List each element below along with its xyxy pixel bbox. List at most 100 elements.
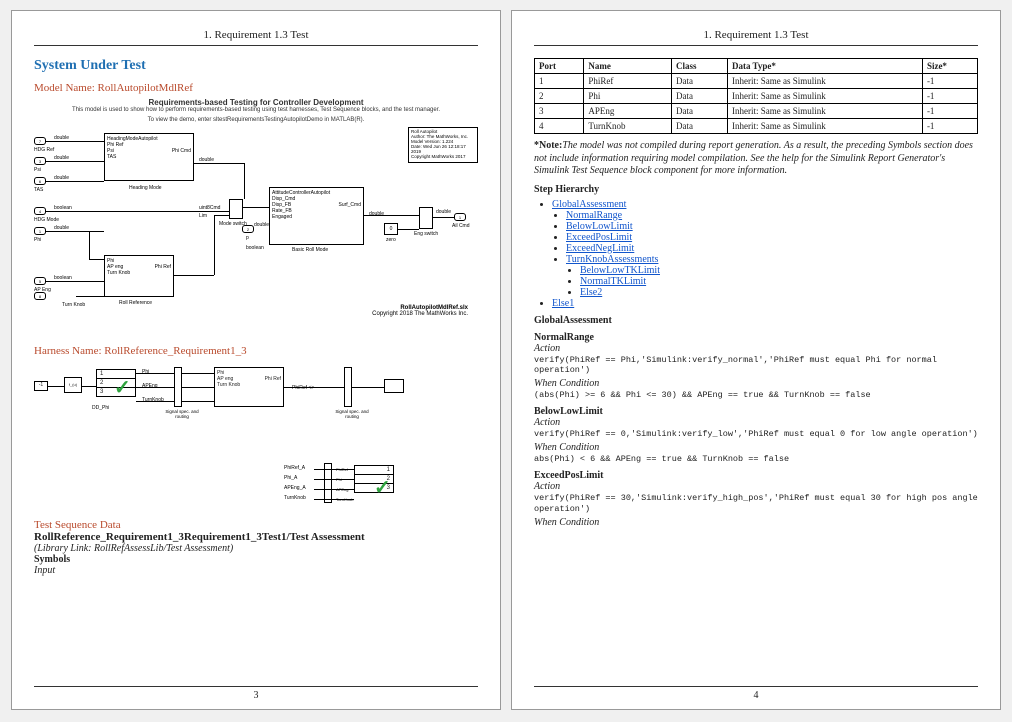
step-link-ga[interactable]: GlobalAssessment [552, 199, 626, 210]
harness-sigspec-label: Signal spec. and routing [162, 409, 202, 419]
step-link-bltk[interactable]: BelowLowTKLimit [580, 265, 660, 276]
ha-phiref-a: PhiRef_A [284, 465, 305, 471]
th-name: Name [584, 59, 672, 74]
harness-phi-out: Phi [142, 369, 149, 375]
blk-label-heading-mode: Heading Mode [129, 185, 162, 191]
port-psi: 3 [34, 157, 46, 165]
step-link-epl[interactable]: ExceedPosLimit [566, 232, 632, 243]
table-header-row: Port Name Class Data Type* Size* [535, 59, 978, 74]
step-link-else2[interactable]: Else2 [580, 287, 602, 298]
port-turn-knob: 8 [34, 292, 46, 300]
checkmark-icon-1: ✓ [114, 375, 131, 400]
h-turnknob: Turn Knob [217, 382, 281, 388]
action-label-2: Action [534, 417, 978, 428]
port-p: 2 [242, 225, 254, 233]
step-link-tka[interactable]: TurnKnobAssessments [566, 254, 658, 265]
port-label-turn-knob: Turn Knob [62, 302, 85, 308]
ha-seq-1: 1 [387, 467, 390, 473]
diagram-subtitle-2: To view the demo, enter sltestRequiremen… [34, 117, 478, 123]
note-body: The model was not compiled during report… [534, 140, 973, 176]
harness-apeng-out: APEng [142, 383, 158, 389]
global-assessment-heading: GlobalAssessment [534, 315, 978, 326]
port-label-phi: Phi [34, 237, 41, 243]
dtype-lim: Lim [199, 213, 207, 219]
port-ail-cmd: 1 [454, 213, 466, 221]
table-row: 3 APEng Data Inherit: Same as Simulink -… [535, 104, 978, 119]
when-label-1: When Condition [534, 378, 978, 389]
library-link: (Library Link: RollRefAssessLib/Test Ass… [34, 543, 478, 554]
blk-tas: TAS [107, 154, 191, 160]
port-tas: 6 [34, 177, 46, 185]
code-bll-when: abs(Phi) < 6 && APEng == true && TurnKno… [534, 454, 978, 464]
port-label-hdg-mode: HDG Mode [34, 217, 59, 223]
step-link-ntk[interactable]: NormalTKLimit [580, 276, 646, 287]
blk-label-zero: zero [386, 237, 396, 243]
below-low-limit-heading: BelowLowLimit [534, 406, 978, 417]
step-link-bll[interactable]: BelowLowLimit [566, 221, 633, 232]
diagram-title: Requirements-based Testing for Controlle… [34, 98, 478, 107]
diagram-subtitle-1: This model is used to show how to perfor… [34, 107, 478, 113]
system-under-test-heading: System Under Test [34, 58, 478, 74]
harness-sigspec-label-2: Signal spec. and routing [332, 409, 372, 419]
normal-range-heading: NormalRange [534, 332, 978, 343]
port-ap-eng: 5 [34, 277, 46, 285]
seq-2: 2 [100, 380, 103, 386]
diagram-footer: RollAutopilotMdlRef.slx Copyright 2018 T… [372, 305, 468, 317]
page-header-right: 1. Requirement 1.3 Test [534, 29, 978, 46]
diag-footer-2: Copyright 2018 The MathWorks Inc. [372, 311, 468, 317]
ha-apeng-a: APEng_A [284, 485, 306, 491]
block-mode-switch [229, 199, 243, 219]
page-header: 1. Requirement 1.3 Test [34, 29, 478, 46]
block-zero: 0 [384, 223, 398, 235]
harness-diagram: -1 f_(u) 1 2 3 ✓ DD_Phi Phi APEng TurnKn… [34, 361, 478, 461]
symbols-table: Port Name Class Data Type* Size* 1 PhiRe… [534, 58, 978, 134]
note-bold: *Note: [534, 140, 562, 151]
page-right: 1. Requirement 1.3 Test Port Name Class … [511, 10, 1001, 710]
step-link-nr[interactable]: NormalRange [566, 210, 622, 221]
exceed-pos-limit-heading: ExceedPosLimit [534, 470, 978, 481]
page-number-left: 3 [34, 686, 478, 701]
harness-name-label: Harness Name: RollReference_Requirement1… [34, 345, 478, 357]
table-row: 2 Phi Data Inherit: Same as Simulink -1 [535, 89, 978, 104]
port-label-p: p [246, 235, 249, 241]
note-text: *Note:The model was not compiled during … [534, 140, 978, 178]
annotation-box: Roll Autopilot Author: The MathWorks, In… [408, 127, 478, 163]
h-phiref-out: PhiRef <> [292, 385, 314, 391]
dtype-double-ail: double [436, 209, 451, 215]
step-hierarchy-list: GlobalAssessment NormalRange BelowLowLim… [552, 199, 978, 309]
code-nr-when: (abs(Phi) >= 6 && Phi <= 30) && APEng ==… [534, 390, 978, 400]
symbols-heading: Symbols [34, 554, 478, 565]
dtype-double-surf: double [369, 211, 384, 217]
block-attitude-controller: AttitudeControllerAutopilot Disp_Cmd Dis… [269, 187, 364, 245]
blk-label-eng-switch: Eng switch [414, 231, 438, 237]
th-port: Port [535, 59, 584, 74]
code-nr-action: verify(PhiRef == Phi,'Simulink:verify_no… [534, 355, 978, 375]
table-row: 1 PhiRef Data Inherit: Same as Simulink … [535, 74, 978, 89]
harness-sigspec-1 [174, 367, 182, 407]
dtype-double-p: double [254, 222, 269, 228]
block-heading-mode-autopilot: HeadingModeAutopilot Phi Ref Psi Phi Cmd… [104, 133, 194, 181]
step-link-else1[interactable]: Else1 [552, 298, 574, 309]
model-name-label: Model Name: RollAutopilotMdlRef [34, 82, 478, 94]
when-label-2: When Condition [534, 442, 978, 453]
when-label-3: When Condition [534, 517, 978, 528]
table-row: 4 TurnKnob Data Inherit: Same as Simulin… [535, 119, 978, 134]
blk-phi-ref-out: Phi Ref [155, 264, 171, 270]
port-hdg-ref: 7 [34, 137, 46, 145]
harness-fcn-block: f_(u) [64, 377, 82, 393]
blk-surf-cmd: Surf_Cmd [338, 202, 361, 208]
harness-turnknob-out: TurnKnob [142, 397, 164, 403]
port-label-psi: Psi [34, 167, 41, 173]
blk-label-roll-ref: Roll Reference [119, 300, 152, 306]
ann-copyright: Copyright MathWorks 2017 [411, 155, 475, 160]
action-label-1: Action [534, 343, 978, 354]
blk-engaged: Engaged [272, 214, 361, 220]
harness-dd-phi: DD_Phi [92, 405, 109, 411]
step-link-enl[interactable]: ExceedNegLimit [566, 243, 634, 254]
seq-1: 1 [100, 371, 103, 377]
step-hierarchy-heading: Step Hierarchy [534, 184, 978, 195]
blk-turn-knob: Turn Knob [107, 270, 171, 276]
simulink-diagram: Roll Autopilot Author: The MathWorks, In… [34, 127, 478, 337]
th-class: Class [671, 59, 727, 74]
blk-label-basic-roll: Basic Roll Mode [292, 247, 328, 253]
